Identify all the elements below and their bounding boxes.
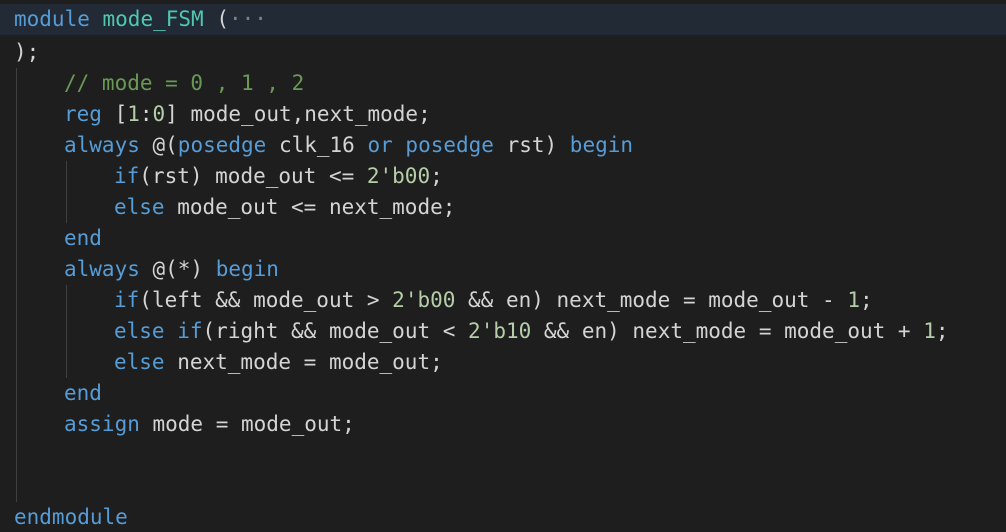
code-line[interactable]: if(left && mode_out > 2'b00 && en) next_… [0, 285, 1006, 316]
code-line[interactable]: always @(posedge clk_16 or posedge rst) … [0, 130, 1006, 161]
code-token: // mode = 0 , 1 , 2 [64, 71, 305, 95]
code-token: always [64, 257, 140, 281]
code-token: [ [101, 102, 128, 126]
code-line[interactable]: end [0, 378, 1006, 409]
code-line[interactable]: else if(right && mode_out < 2'b10 && en)… [0, 316, 1006, 347]
code-token: if [114, 164, 140, 188]
code-token: mode_out <= next_mode; [164, 195, 456, 219]
code-line-text: end [64, 223, 102, 254]
code-token: 1 [847, 288, 860, 312]
code-line[interactable]: if(rst) mode_out <= 2'b00; [0, 161, 1006, 192]
code-token: (right && mode_out < [202, 319, 469, 343]
code-token: reg [64, 102, 102, 126]
code-token: else [114, 319, 165, 343]
code-line[interactable]: else next_mode = mode_out; [0, 347, 1006, 378]
code-token: posedge [177, 133, 267, 157]
code-token: mode = mode_out; [139, 412, 355, 436]
code-token: end [64, 381, 102, 405]
code-token: 2'b00 [366, 164, 431, 188]
code-token: && en) next_mode = mode_out - [455, 288, 848, 312]
code-line-text: if(left && mode_out > 2'b00 && en) next_… [114, 285, 873, 316]
code-token: begin [569, 133, 634, 157]
code-token: or [367, 133, 393, 157]
code-token: : [139, 102, 153, 126]
code-line-text: ); [14, 37, 39, 68]
code-token: 0 [152, 102, 166, 126]
code-line-text: if(rst) mode_out <= 2'b00; [114, 161, 443, 192]
code-token: module [14, 7, 90, 31]
code-token: ( [203, 7, 229, 31]
code-token: endmodule [14, 505, 128, 529]
code-token: rst) [493, 133, 570, 157]
code-token: @( [139, 133, 178, 157]
code-line-text: else mode_out <= next_mode; [114, 192, 455, 223]
code-token: ; [935, 319, 949, 343]
code-token: else [114, 350, 165, 374]
code-token: ] mode_out,next_mode; [165, 102, 431, 126]
code-line-text: assign mode = mode_out; [64, 409, 355, 440]
code-token: (rst) mode_out <= [139, 164, 367, 188]
code-line-text: endmodule [14, 502, 128, 532]
code-token: clk_16 [266, 133, 368, 157]
code-token: ); [14, 40, 40, 64]
code-line[interactable]: else mode_out <= next_mode; [0, 192, 1006, 223]
code-token: 1 [923, 319, 936, 343]
code-token: posedge [405, 133, 494, 157]
code-token: @(*) [139, 257, 216, 281]
code-line[interactable]: assign mode = mode_out; [0, 409, 1006, 440]
code-line[interactable]: module mode_FSM (··· [0, 4, 1006, 35]
code-line-text: always @(posedge clk_16 or posedge rst) … [64, 130, 633, 161]
code-line-text: else if(right && mode_out < 2'b10 && en)… [114, 316, 949, 347]
code-line[interactable]: reg [1:0] mode_out,next_mode; [0, 99, 1006, 130]
code-line[interactable]: ); [0, 37, 1006, 68]
code-line[interactable]: // mode = 0 , 1 , 2 [0, 68, 1006, 99]
code-line-text: else next_mode = mode_out; [114, 347, 443, 378]
code-token: always [64, 133, 140, 157]
code-token: 2'b10 [468, 319, 532, 343]
code-line-text: module mode_FSM (··· [14, 4, 267, 35]
code-token: if [177, 319, 203, 343]
code-token: assign [64, 412, 140, 436]
code-line-text: reg [1:0] mode_out,next_mode; [64, 99, 431, 130]
code-token: begin [215, 257, 279, 281]
code-token: next_mode = mode_out; [164, 350, 443, 374]
code-token: end [64, 226, 102, 250]
code-line[interactable]: always @(*) begin [0, 254, 1006, 285]
code-token: mode_FSM [102, 7, 204, 31]
code-line[interactable]: endmodule [0, 502, 1006, 532]
code-token: else [114, 195, 165, 219]
code-token: (left && mode_out > [139, 288, 393, 312]
code-token: ; [859, 288, 873, 312]
code-token: if [114, 288, 140, 312]
code-line-text: always @(*) begin [64, 254, 279, 285]
code-editor[interactable]: › module mode_FSM (···);// mode = 0 , 1 … [0, 0, 1006, 532]
code-line-text: end [64, 378, 102, 409]
code-line[interactable] [0, 440, 1006, 471]
code-token: 2'b00 [392, 288, 456, 312]
code-line[interactable] [0, 471, 1006, 502]
code-token: ··· [228, 7, 267, 31]
code-line[interactable]: end [0, 223, 1006, 254]
code-token: ; [430, 164, 443, 188]
code-token: 1 [127, 102, 140, 126]
code-line-text: // mode = 0 , 1 , 2 [64, 68, 304, 99]
code-token: && en) next_mode = mode_out + [531, 319, 924, 343]
